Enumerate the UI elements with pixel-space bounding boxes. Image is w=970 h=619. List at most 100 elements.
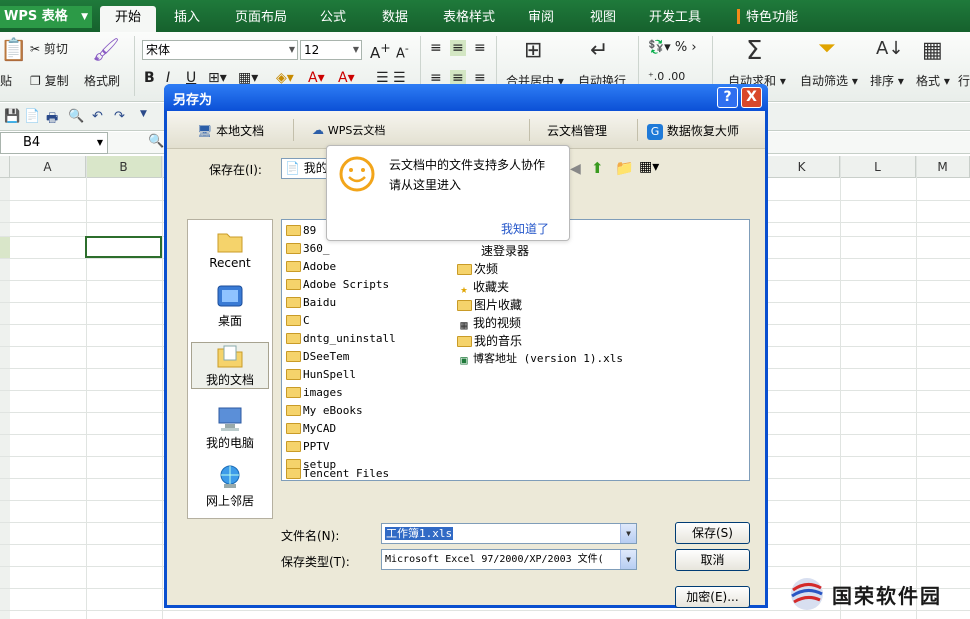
tab-developer[interactable]: 开发工具 — [640, 6, 710, 32]
row-col-button[interactable]: 行 — [958, 72, 970, 89]
new-folder-icon[interactable]: 📁 — [615, 159, 634, 177]
up-folder-icon[interactable]: ⬆ — [591, 159, 604, 177]
list-item[interactable]: Adobe — [286, 260, 336, 273]
place-network[interactable]: 网上邻居 — [191, 464, 269, 509]
place-desktop[interactable]: 桌面 — [191, 284, 269, 329]
filter-icon[interactable]: ⏷ — [818, 36, 836, 61]
auto-filter-button[interactable]: 自动筛选 ▾ — [800, 72, 858, 89]
paste-button[interactable]: 贴 — [0, 72, 12, 89]
print-preview-icon[interactable]: 🔍 — [68, 109, 84, 124]
filetype-select[interactable]: Microsoft Excel 97/2000/XP/2003 文件( ▼ — [381, 549, 637, 570]
local-docs-tab[interactable]: 🖥 本地文档 — [197, 122, 264, 139]
place-my-documents[interactable]: 我的文档 — [191, 342, 269, 389]
sort-button[interactable]: 排序 ▾ — [870, 72, 904, 89]
brush-icon[interactable]: 🖌 — [92, 38, 120, 63]
selected-cell-b4[interactable] — [85, 236, 162, 258]
cancel-button[interactable]: 取消 — [675, 549, 750, 571]
chevron-down-icon[interactable]: ▼ — [140, 109, 147, 119]
font-name-select[interactable]: 宋体 ▼ — [142, 40, 298, 60]
tab-home[interactable]: 开始 — [100, 6, 156, 32]
list-item[interactable]: C — [286, 314, 310, 327]
help-button[interactable]: ? — [717, 87, 738, 108]
close-button[interactable]: X — [741, 87, 762, 108]
align-middle-icon[interactable]: ≡ — [450, 40, 466, 56]
format-button[interactable]: 格式 ▾ — [916, 72, 950, 89]
list-item[interactable]: ▦ 我的视频 — [457, 314, 521, 331]
redo-icon[interactable]: ↷ — [114, 109, 125, 124]
list-item[interactable]: HunSpell — [286, 368, 356, 381]
list-item[interactable]: PPTV — [286, 440, 330, 453]
font-size-select[interactable]: 12 ▼ — [300, 40, 362, 60]
list-item[interactable]: images — [286, 386, 343, 399]
format-icon[interactable]: ▦ — [922, 38, 943, 63]
align-bottom-icon[interactable]: ≡ — [474, 40, 486, 56]
column-header-k[interactable]: K — [764, 156, 840, 178]
tab-page-layout[interactable]: 页面布局 — [226, 6, 296, 32]
save-icon[interactable]: 💾 — [4, 109, 20, 124]
dialog-title-bar[interactable]: 另存为 ? X — [164, 84, 768, 111]
sort-icon[interactable]: A↓ — [876, 38, 903, 59]
align-top-icon[interactable]: ≡ — [430, 40, 442, 56]
tip-dismiss-link[interactable]: 我知道了 — [501, 220, 549, 237]
cloud-manage-link[interactable]: 云文档管理 — [547, 122, 607, 139]
wrap-text-icon[interactable]: ↵ — [590, 38, 608, 63]
wps-cloud-tab[interactable]: ☁ WPS云文档 — [312, 122, 385, 138]
data-recovery-link[interactable]: G 数据恢复大师 — [647, 122, 739, 140]
paste-icon[interactable]: 📋 — [0, 38, 27, 63]
tab-special-features[interactable]: 特色功能 — [742, 6, 802, 32]
decrease-font-icon[interactable]: A- — [396, 42, 409, 61]
tab-table-style[interactable]: 表格样式 — [434, 6, 504, 32]
list-item[interactable]: Baidu — [286, 296, 336, 309]
encrypt-button[interactable]: 加密(E)... — [675, 586, 750, 608]
name-box[interactable]: B4 ▼ — [0, 132, 108, 154]
list-item[interactable]: My eBooks — [286, 404, 363, 417]
chevron-down-icon[interactable]: ▼ — [620, 550, 636, 569]
list-item[interactable]: MyCAD — [286, 422, 336, 435]
column-header-m[interactable]: M — [916, 156, 970, 178]
app-menu-button[interactable]: WPS 表格 ▼ — [0, 6, 92, 28]
column-header-b[interactable]: B — [86, 156, 162, 178]
format-painter-button[interactable]: 格式刷 — [84, 72, 120, 89]
place-recent[interactable]: Recent — [191, 228, 269, 270]
export-pdf-icon[interactable]: 📄 — [24, 109, 40, 124]
list-item[interactable]: 图片收藏 — [457, 296, 522, 313]
merge-center-icon[interactable]: ⊞ — [524, 38, 542, 63]
undo-icon[interactable]: ↶ — [92, 109, 103, 124]
chevron-down-icon[interactable]: ▼ — [620, 524, 636, 543]
tab-data[interactable]: 数据 — [370, 6, 420, 32]
copy-button[interactable]: ❐ 复制 — [30, 72, 69, 89]
list-item[interactable]: 速登录器 — [465, 242, 529, 259]
tab-formulas[interactable]: 公式 — [308, 6, 358, 32]
print-icon[interactable]: 🖶 — [46, 109, 58, 131]
list-item[interactable]: ★ 收藏夹 — [457, 278, 509, 295]
view-menu-icon[interactable]: ▦▾ — [639, 159, 659, 175]
zoom-icon[interactable]: 🔍 — [148, 134, 164, 149]
column-header-a[interactable]: A — [10, 156, 86, 178]
list-item[interactable]: ▣ 博客地址 (version 1).xls — [457, 350, 623, 366]
corner-cell[interactable] — [0, 156, 10, 178]
number-format-icon[interactable]: 💱▾ % › — [648, 40, 697, 55]
save-button[interactable]: 保存(S) — [675, 522, 750, 544]
tab-review[interactable]: 审阅 — [516, 6, 566, 32]
place-my-computer[interactable]: 我的电脑 — [191, 406, 269, 451]
bold-icon[interactable]: B — [144, 70, 155, 86]
list-item[interactable]: 我的音乐 — [457, 332, 522, 349]
list-item[interactable]: Adobe Scripts — [286, 278, 389, 291]
list-item[interactable]: 360_ — [286, 242, 330, 255]
tab-insert[interactable]: 插入 — [162, 6, 212, 32]
sum-icon[interactable]: Σ — [746, 36, 762, 66]
tab-view[interactable]: 视图 — [578, 6, 628, 32]
increase-font-icon[interactable]: A+ — [370, 40, 391, 62]
list-item[interactable]: DSeeTem — [286, 350, 349, 363]
row-header-4[interactable] — [0, 236, 10, 258]
list-item[interactable]: 次频 — [457, 260, 498, 277]
list-item[interactable]: dntg_uninstall — [286, 332, 396, 345]
file-list[interactable]: 89 360_ Adobe Adobe Scripts Baidu C dntg… — [281, 219, 750, 481]
decimal-icon[interactable]: ⁺.0 .00 — [648, 70, 685, 83]
filename-input[interactable]: 工作簿1.xls ▼ — [381, 523, 637, 544]
list-item[interactable]: 89 — [286, 224, 316, 237]
cut-button[interactable]: ✂ 剪切 — [30, 40, 68, 57]
back-icon[interactable]: ◀ — [570, 161, 581, 177]
column-header-l[interactable]: L — [840, 156, 916, 178]
list-item[interactable]: Tencent Files — [286, 467, 389, 480]
